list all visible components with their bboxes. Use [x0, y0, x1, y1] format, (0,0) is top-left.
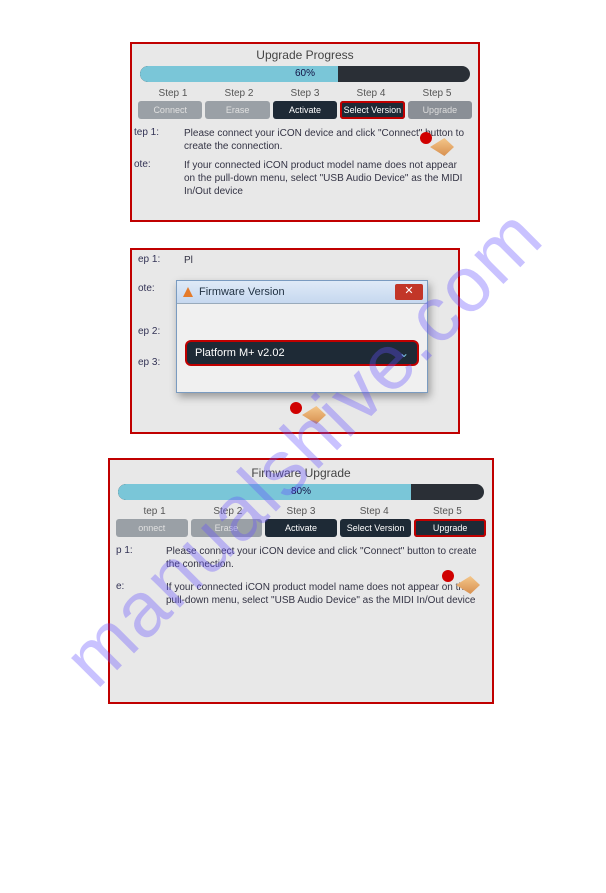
select-version-button[interactable]: Select Version	[340, 101, 404, 119]
connect-button[interactable]: Connect	[138, 101, 202, 119]
inst-text: If your connected iCON product model nam…	[184, 159, 468, 198]
inst-text: If your connected iCON product model nam…	[166, 581, 482, 607]
upgrade-button[interactable]: Upgrade	[408, 101, 472, 119]
close-button[interactable]: ✕	[395, 284, 423, 300]
inst-text: Pl	[184, 254, 452, 267]
upgrade-button[interactable]: Upgrade	[414, 519, 486, 537]
step-label: tep 1	[118, 506, 191, 517]
step-buttons: Connect Erase Activate Select Version Up…	[132, 101, 478, 119]
connect-button[interactable]: onnect	[116, 519, 188, 537]
chevron-down-icon: ⌄	[399, 346, 409, 360]
step-label: Step 5	[411, 506, 484, 517]
instructions: p 1:Please connect your iCON device and …	[110, 543, 492, 615]
app-icon	[181, 285, 195, 299]
step-label: Step 4	[338, 506, 411, 517]
progress-text: 80%	[118, 484, 484, 500]
dialog-title: Firmware Version	[199, 286, 395, 298]
step-headers: Step 1 Step 2 Step 3 Step 4 Step 5	[132, 88, 478, 99]
firmware-version-dialog: Firmware Version ✕ Platform M+ v2.02 ⌄	[176, 280, 428, 393]
screenshot-step5: Firmware Upgrade 80% tep 1 Step 2 Step 3…	[108, 458, 494, 704]
dialog-titlebar: Firmware Version ✕	[177, 281, 427, 304]
highlight-dot	[420, 132, 432, 144]
inst-text: Please connect your iCON device and clic…	[166, 545, 482, 571]
step-label: Step 3	[272, 88, 338, 99]
erase-button[interactable]: Erase	[205, 101, 269, 119]
selected-version: Platform M+ v2.02	[195, 347, 399, 359]
highlight-dot	[290, 402, 302, 414]
screenshot-dialog: ep 1:Pl ote:I ep 2:C e mode". ep 3: Firm…	[130, 248, 460, 434]
step-label: Step 2	[191, 506, 264, 517]
progress-bar: 80%	[118, 484, 484, 500]
step-label: Step 4	[338, 88, 404, 99]
inst-key: tep 1:	[134, 127, 184, 153]
inst-key: ep 1:	[138, 254, 184, 267]
window-title: Upgrade Progress	[132, 44, 478, 64]
step-label: Step 1	[140, 88, 206, 99]
screenshot-step4: Upgrade Progress 60% Step 1 Step 2 Step …	[130, 42, 480, 222]
version-dropdown[interactable]: Platform M+ v2.02 ⌄	[187, 342, 417, 364]
erase-button[interactable]: Erase	[191, 519, 263, 537]
select-version-button[interactable]: Select Version	[340, 519, 412, 537]
progress-text: 60%	[140, 66, 470, 82]
step-label: Step 3	[264, 506, 337, 517]
step-headers: tep 1 Step 2 Step 3 Step 4 Step 5	[110, 506, 492, 517]
step-buttons: onnect Erase Activate Select Version Upg…	[110, 519, 492, 537]
inst-key: e:	[116, 581, 166, 607]
inst-key: ote:	[134, 159, 184, 198]
activate-button[interactable]: Activate	[265, 519, 337, 537]
activate-button[interactable]: Activate	[273, 101, 337, 119]
progress-bar: 60%	[140, 66, 470, 82]
highlight-dot	[442, 570, 454, 582]
cursor-icon	[302, 406, 326, 424]
step-label: Step 5	[404, 88, 470, 99]
window-title: Firmware Upgrade	[110, 460, 492, 482]
step-label: Step 2	[206, 88, 272, 99]
inst-key: p 1:	[116, 545, 166, 571]
